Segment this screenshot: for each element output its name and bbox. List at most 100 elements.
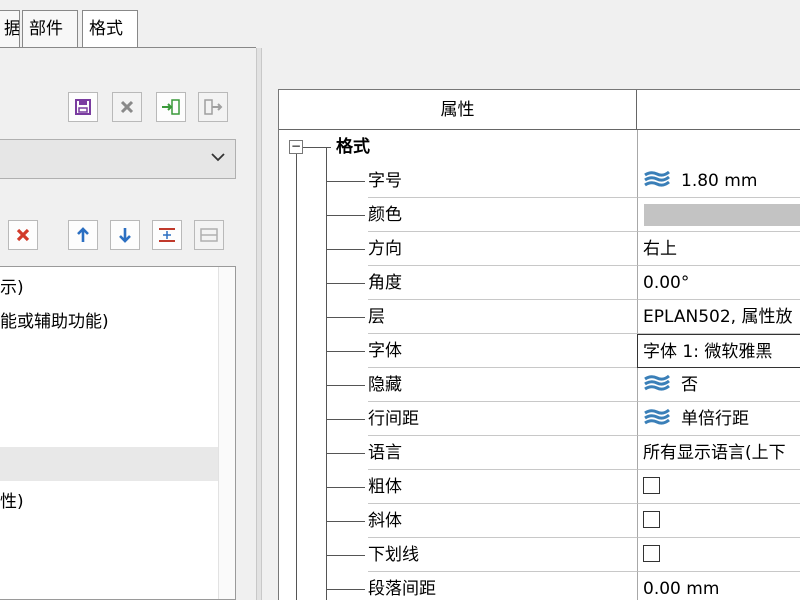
property-value[interactable]: 0.00° — [637, 266, 800, 300]
move-down-button[interactable] — [110, 220, 140, 250]
tree-connector — [327, 283, 365, 284]
list-item[interactable] — [0, 447, 218, 481]
checkbox[interactable] — [643, 545, 660, 562]
property-row[interactable]: 语言 所有显示语言(上下 — [279, 436, 800, 470]
property-name: 层 — [368, 300, 637, 334]
property-name: 语言 — [368, 436, 637, 470]
list-item[interactable]: 能或辅助功能) — [0, 305, 218, 339]
scheme-dropdown[interactable] — [0, 139, 236, 179]
property-row[interactable]: 行间距 单倍行距 — [279, 402, 800, 436]
format-list[interactable]: 示) 能或辅助功能) 性) — [0, 266, 236, 600]
export-icon — [204, 99, 223, 115]
property-value[interactable] — [637, 504, 800, 538]
color-swatch[interactable] — [644, 204, 800, 226]
property-value[interactable]: 字体 1: 微软雅黑 — [637, 334, 800, 368]
property-row[interactable]: 斜体 — [279, 504, 800, 538]
move-up-button[interactable] — [68, 220, 98, 250]
property-name: 字号 — [368, 164, 637, 198]
layer-icon — [644, 170, 670, 187]
property-value-text: 0.00° — [643, 273, 690, 293]
list-scrollbar[interactable] — [218, 267, 235, 599]
tab-data[interactable]: 据 — [0, 10, 20, 48]
list-item[interactable]: 示) — [0, 271, 218, 305]
property-value[interactable]: 所有显示语言(上下 — [637, 436, 800, 470]
tree-connector — [327, 555, 365, 556]
property-row[interactable]: 下划线 — [279, 538, 800, 572]
property-grid: 属性 − 格式 字号 1.80 mm 颜色 方向 右上 角度 0.00° 层 EPLAN502,… — [278, 89, 800, 600]
property-value[interactable]: 否 — [637, 368, 800, 402]
list-item-label: 能或辅助功能) — [0, 312, 109, 332]
panel-splitter[interactable] — [256, 48, 262, 600]
property-value[interactable] — [637, 198, 800, 232]
tab-parts-label: 部件 — [29, 19, 63, 39]
property-value-text: 否 — [681, 375, 698, 395]
tab-format[interactable]: 格式 — [82, 10, 138, 48]
property-name: 行间距 — [368, 402, 637, 436]
export-button[interactable] — [198, 92, 228, 122]
tree-connector — [327, 589, 365, 590]
property-name: 隐藏 — [368, 368, 637, 402]
section-value-cell — [637, 130, 800, 164]
tree-connector — [327, 215, 365, 216]
insert-row-button[interactable] — [152, 220, 182, 250]
property-row[interactable]: 层 EPLAN502, 属性放 — [279, 300, 800, 334]
remove-icon — [16, 228, 30, 242]
property-value-text: 1.80 mm — [681, 171, 758, 191]
property-value[interactable] — [637, 538, 800, 572]
property-name: 角度 — [368, 266, 637, 300]
property-value[interactable] — [637, 470, 800, 504]
table-button[interactable] — [194, 220, 224, 250]
move-down-icon — [119, 228, 131, 243]
save-button[interactable] — [68, 92, 98, 122]
chevron-down-icon — [211, 153, 225, 162]
property-name: 粗体 — [368, 470, 637, 504]
section-row-format[interactable]: − 格式 — [279, 130, 800, 164]
section-label: 格式 — [336, 137, 370, 157]
property-name: 下划线 — [368, 538, 637, 572]
property-value-text: EPLAN502, 属性放 — [643, 307, 793, 327]
import-icon — [162, 99, 180, 115]
remove-button[interactable] — [8, 220, 38, 250]
column-header-property[interactable]: 属性 — [279, 90, 637, 130]
delete-button[interactable] — [112, 92, 142, 122]
property-value[interactable]: 右上 — [637, 232, 800, 266]
property-row[interactable]: 颜色 — [279, 198, 800, 232]
property-value[interactable]: 1.80 mm — [637, 164, 800, 198]
checkbox[interactable] — [643, 477, 660, 494]
tree-connector — [327, 317, 365, 318]
property-row[interactable]: 字体 字体 1: 微软雅黑 — [279, 334, 800, 368]
property-row[interactable]: 隐藏 否 — [279, 368, 800, 402]
property-row[interactable]: 角度 0.00° — [279, 266, 800, 300]
property-value[interactable]: 0.00 mm — [637, 572, 800, 600]
property-row[interactable]: 段落间距 0.00 mm — [279, 572, 800, 600]
insert-row-icon — [159, 228, 175, 242]
column-header-value[interactable] — [637, 90, 800, 130]
tree-connector — [327, 453, 365, 454]
property-row[interactable]: 粗体 — [279, 470, 800, 504]
property-value-text: 字体 1: 微软雅黑 — [643, 342, 773, 362]
checkbox[interactable] — [643, 511, 660, 528]
list-item[interactable] — [0, 339, 218, 373]
move-up-icon — [77, 227, 89, 242]
property-row[interactable]: 字号 1.80 mm — [279, 164, 800, 198]
tree-connector — [327, 521, 365, 522]
layer-icon — [644, 374, 670, 391]
property-value[interactable]: 单倍行距 — [637, 402, 800, 436]
save-icon — [75, 99, 91, 115]
property-value-text: 右上 — [643, 239, 677, 259]
tab-parts[interactable]: 部件 — [22, 10, 78, 48]
property-name: 方向 — [368, 232, 637, 266]
tab-format-label: 格式 — [89, 19, 123, 39]
list-item[interactable]: 性) — [0, 485, 218, 519]
property-value[interactable]: EPLAN502, 属性放 — [637, 300, 800, 334]
delete-icon — [120, 100, 134, 114]
tree-connector — [327, 351, 365, 352]
list-item[interactable] — [0, 373, 218, 407]
property-name: 字体 — [368, 334, 637, 368]
tree-connector — [327, 385, 365, 386]
collapse-icon[interactable]: − — [289, 140, 303, 154]
property-value-text: 单倍行距 — [681, 409, 749, 429]
property-name: 斜体 — [368, 504, 637, 538]
import-button[interactable] — [156, 92, 186, 122]
property-row[interactable]: 方向 右上 — [279, 232, 800, 266]
